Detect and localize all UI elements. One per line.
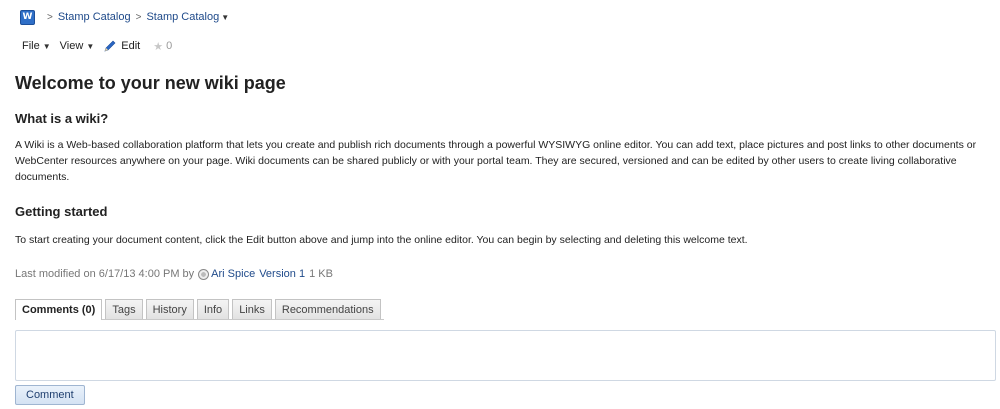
file-menu-label: File — [22, 40, 40, 52]
user-presence-icon — [198, 268, 210, 280]
breadcrumb-item-current[interactable]: Stamp Catalog — [146, 11, 219, 23]
file-menu[interactable]: File ▼ — [22, 40, 51, 52]
tab-tags[interactable]: Tags — [105, 299, 143, 319]
breadcrumb-item-stamp-catalog[interactable]: Stamp Catalog — [58, 11, 131, 23]
section-text-what-is-wiki: A Wiki is a Web-based collaboration plat… — [15, 139, 977, 183]
section-text-getting-started: To start creating your document content,… — [15, 234, 748, 246]
view-menu-label: View — [59, 40, 84, 52]
comment-input[interactable] — [15, 330, 996, 381]
comment-button[interactable]: Comment — [15, 385, 85, 405]
tab-history[interactable]: History — [145, 299, 194, 319]
breadcrumb-separator: > — [47, 11, 53, 23]
last-modified-info: Last modified on 6/17/13 4:00 PM by Ari … — [15, 268, 333, 280]
rating-count: 0 — [166, 40, 173, 52]
star-icon[interactable]: ★ — [153, 40, 163, 53]
tab-recommendations[interactable]: Recommendations — [274, 299, 381, 319]
dropdown-arrow-icon: ▼ — [42, 41, 51, 51]
author-link[interactable]: Ari Spice — [211, 268, 255, 280]
breadcrumb: W > Stamp Catalog > Stamp Catalog ▼ — [20, 9, 229, 25]
tab-links[interactable]: Links — [232, 299, 272, 319]
page-title: Welcome to your new wiki page — [15, 73, 286, 93]
breadcrumb-separator: > — [135, 11, 142, 23]
menu-bar: File ▼ View ▼ Edit ★ 0 — [22, 37, 172, 55]
edit-button[interactable]: Edit — [103, 39, 140, 53]
file-size: 1 KB — [309, 268, 333, 280]
section-heading-getting-started: Getting started — [15, 204, 108, 219]
version-link[interactable]: Version 1 — [259, 268, 305, 280]
section-heading-what-is-wiki: What is a wiki? — [15, 111, 109, 126]
pencil-icon — [104, 40, 116, 52]
tab-comments[interactable]: Comments (0) — [15, 299, 103, 320]
view-menu[interactable]: View ▼ — [60, 40, 95, 52]
last-modified-text: Last modified on 6/17/13 4:00 PM by — [15, 268, 195, 280]
wiki-icon[interactable]: W — [20, 9, 35, 25]
edit-button-label: Edit — [121, 40, 141, 52]
tab-info[interactable]: Info — [196, 299, 230, 319]
dropdown-arrow-icon: ▼ — [86, 41, 95, 51]
tab-bar: Comments (0) Tags History Info Links Rec… — [15, 299, 384, 320]
chevron-down-icon[interactable]: ▼ — [221, 13, 229, 22]
